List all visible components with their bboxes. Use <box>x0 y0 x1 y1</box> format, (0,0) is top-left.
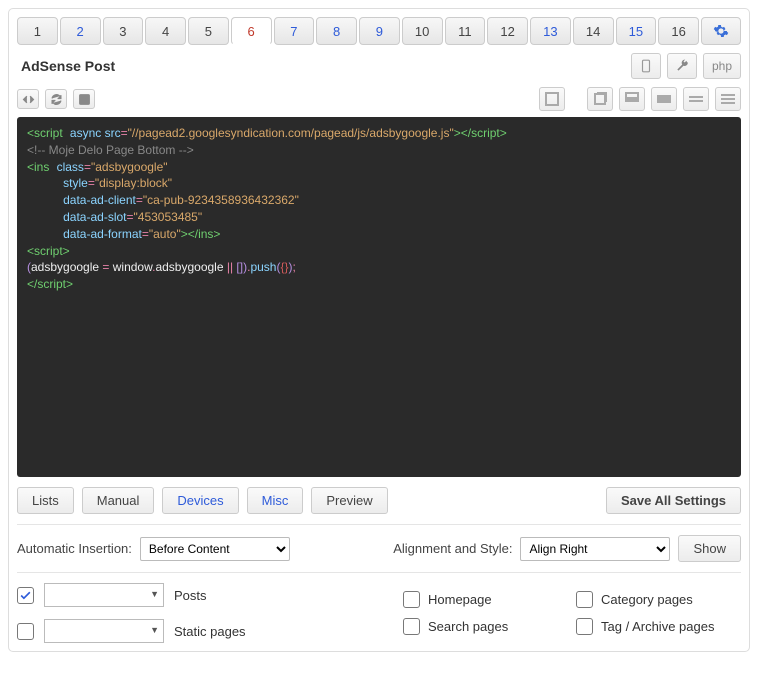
code-editor[interactable]: <script async src="//pagead2.googlesyndi… <box>17 117 741 477</box>
tab-12[interactable]: 12 <box>487 17 528 45</box>
search-checkbox[interactable] <box>403 618 420 635</box>
tab-4[interactable]: 4 <box>145 17 186 45</box>
code-slot: 453053485 <box>138 210 198 224</box>
code-client: ca-pub-9234358936432362 <box>147 193 294 207</box>
category-checkbox[interactable] <box>576 591 593 608</box>
code-class: adsbygoogle <box>95 160 163 174</box>
alignment-label: Alignment and Style: <box>393 541 512 556</box>
tab-7[interactable]: 7 <box>274 17 315 45</box>
page-title: AdSense Post <box>17 58 115 74</box>
tab-9[interactable]: 9 <box>359 17 400 45</box>
tab-13[interactable]: 13 <box>530 17 571 45</box>
tab-8[interactable]: 8 <box>316 17 357 45</box>
tabs-bar: 12345678910111213141516 <box>17 17 741 45</box>
tag-checkbox[interactable] <box>576 618 593 635</box>
tab-11[interactable]: 11 <box>445 17 486 45</box>
layout-icon-4[interactable] <box>651 87 677 111</box>
tab-1[interactable]: 1 <box>17 17 58 45</box>
static-label: Static pages <box>174 624 246 639</box>
code-format: auto <box>153 227 176 241</box>
layout-icon-2[interactable] <box>587 87 613 111</box>
tab-5[interactable]: 5 <box>188 17 229 45</box>
layout-icon-3[interactable] <box>619 87 645 111</box>
code-src: //pagead2.googlesyndication.com/pagead/j… <box>132 126 450 140</box>
static-select[interactable] <box>44 619 164 643</box>
tab-2[interactable]: 2 <box>60 17 101 45</box>
wrench-icon[interactable] <box>667 53 697 79</box>
layout-icon-5[interactable] <box>683 87 709 111</box>
show-button[interactable]: Show <box>678 535 741 562</box>
tab-6[interactable]: 6 <box>231 17 272 45</box>
device-icon[interactable] <box>631 53 661 79</box>
code-icon[interactable] <box>17 89 39 109</box>
devices-button[interactable]: Devices <box>162 487 238 514</box>
save-button[interactable]: Save All Settings <box>606 487 741 514</box>
layout-icon-1[interactable] <box>539 87 565 111</box>
code-style: display:block <box>99 176 168 190</box>
posts-select[interactable] <box>44 583 164 607</box>
alignment-select[interactable]: Align Right <box>520 537 670 561</box>
tag-label: Tag / Archive pages <box>601 619 741 634</box>
tab-15[interactable]: 15 <box>616 17 657 45</box>
tab-16[interactable]: 16 <box>658 17 699 45</box>
refresh-icon[interactable] <box>45 89 67 109</box>
edit-icon[interactable] <box>73 89 95 109</box>
code-comment: Moje Delo Page Bottom <box>49 143 176 157</box>
search-label: Search pages <box>428 619 568 634</box>
misc-button[interactable]: Misc <box>247 487 304 514</box>
homepage-checkbox[interactable] <box>403 591 420 608</box>
preview-button[interactable]: Preview <box>311 487 387 514</box>
tab-10[interactable]: 10 <box>402 17 443 45</box>
tab-14[interactable]: 14 <box>573 17 614 45</box>
posts-checkbox[interactable] <box>17 587 34 604</box>
php-button[interactable]: php <box>703 53 741 79</box>
lists-button[interactable]: Lists <box>17 487 74 514</box>
posts-label: Posts <box>174 588 234 603</box>
homepage-label: Homepage <box>428 592 568 607</box>
manual-button[interactable]: Manual <box>82 487 155 514</box>
tab-3[interactable]: 3 <box>103 17 144 45</box>
insertion-label: Automatic Insertion: <box>17 541 132 556</box>
static-checkbox[interactable] <box>17 623 34 640</box>
category-label: Category pages <box>601 592 741 607</box>
insertion-select[interactable]: Before Content <box>140 537 290 561</box>
layout-icon-6[interactable] <box>715 87 741 111</box>
settings-gear-icon[interactable] <box>701 17 741 45</box>
